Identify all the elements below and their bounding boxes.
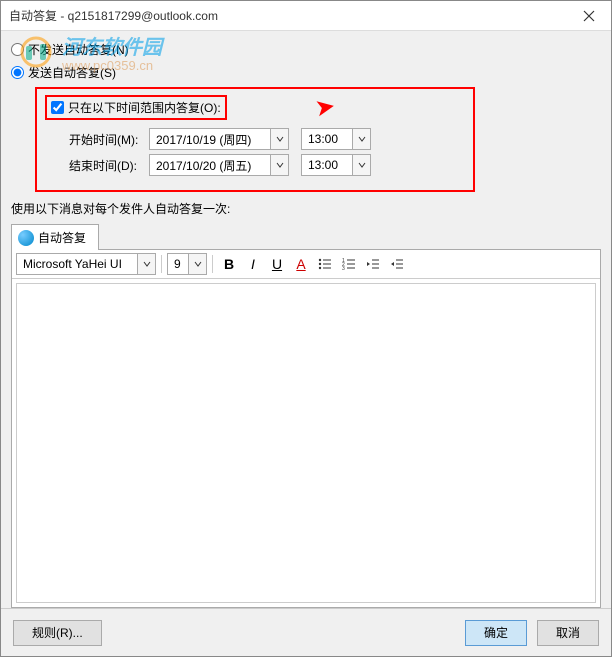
outdent-button[interactable] [362, 253, 384, 275]
time-range-box: ➤ 只在以下时间范围内答复(O): 开始时间(M): 2017/10/19 (周… [35, 87, 475, 192]
end-time-label: 结束时间(D): [69, 157, 149, 174]
close-icon [583, 10, 595, 22]
chevron-down-icon [352, 155, 370, 175]
outdent-icon [366, 257, 380, 271]
editor: Microsoft YaHei UI 9 B I U A 123 [11, 249, 601, 608]
radio-send-input[interactable] [11, 66, 24, 79]
radio-send[interactable]: 发送自动答复(S) [11, 64, 601, 81]
checkbox-highlight: 只在以下时间范围内答复(O): [45, 95, 227, 120]
start-time-label: 开始时间(M): [69, 131, 149, 148]
number-list-button[interactable]: 123 [338, 253, 360, 275]
ok-button[interactable]: 确定 [465, 620, 527, 646]
chevron-down-icon [137, 254, 155, 274]
radio-no-send[interactable]: 不发送自动答复(N) [11, 41, 601, 58]
globe-icon [18, 230, 34, 246]
editor-toolbar: Microsoft YaHei UI 9 B I U A 123 [12, 250, 600, 279]
italic-button[interactable]: I [242, 253, 264, 275]
tab-auto-reply[interactable]: 自动答复 [11, 224, 99, 250]
chevron-down-icon [352, 129, 370, 149]
bullet-list-button[interactable] [314, 253, 336, 275]
time-range-checkbox[interactable] [51, 101, 64, 114]
number-list-icon: 123 [342, 257, 356, 271]
cancel-button[interactable]: 取消 [537, 620, 599, 646]
instruction-text: 使用以下消息对每个发件人自动答复一次: [11, 200, 601, 217]
end-time-select[interactable]: 13:00 [301, 154, 371, 176]
start-date-select[interactable]: 2017/10/19 (周四) [149, 128, 289, 150]
font-size-select[interactable]: 9 [167, 253, 207, 275]
svg-text:3: 3 [342, 266, 345, 271]
rules-button[interactable]: 规则(R)... [13, 620, 102, 646]
font-name-select[interactable]: Microsoft YaHei UI [16, 253, 156, 275]
font-color-button[interactable]: A [290, 253, 312, 275]
radio-no-send-input[interactable] [11, 43, 24, 56]
bold-button[interactable]: B [218, 253, 240, 275]
chevron-down-icon [270, 155, 288, 175]
chevron-down-icon [188, 254, 206, 274]
end-date-select[interactable]: 2017/10/20 (周五) [149, 154, 289, 176]
footer: 规则(R)... 确定 取消 [1, 608, 611, 656]
titlebar: 自动答复 - q2151817299@outlook.com [1, 1, 611, 31]
close-button[interactable] [566, 1, 611, 31]
indent-button[interactable] [386, 253, 408, 275]
chevron-down-icon [270, 129, 288, 149]
indent-icon [390, 257, 404, 271]
checkbox-label: 只在以下时间范围内答复(O): [68, 99, 221, 116]
editor-textarea[interactable] [16, 283, 596, 603]
start-time-select[interactable]: 13:00 [301, 128, 371, 150]
window-title: 自动答复 - q2151817299@outlook.com [9, 7, 566, 24]
bullet-list-icon [318, 257, 332, 271]
underline-button[interactable]: U [266, 253, 288, 275]
